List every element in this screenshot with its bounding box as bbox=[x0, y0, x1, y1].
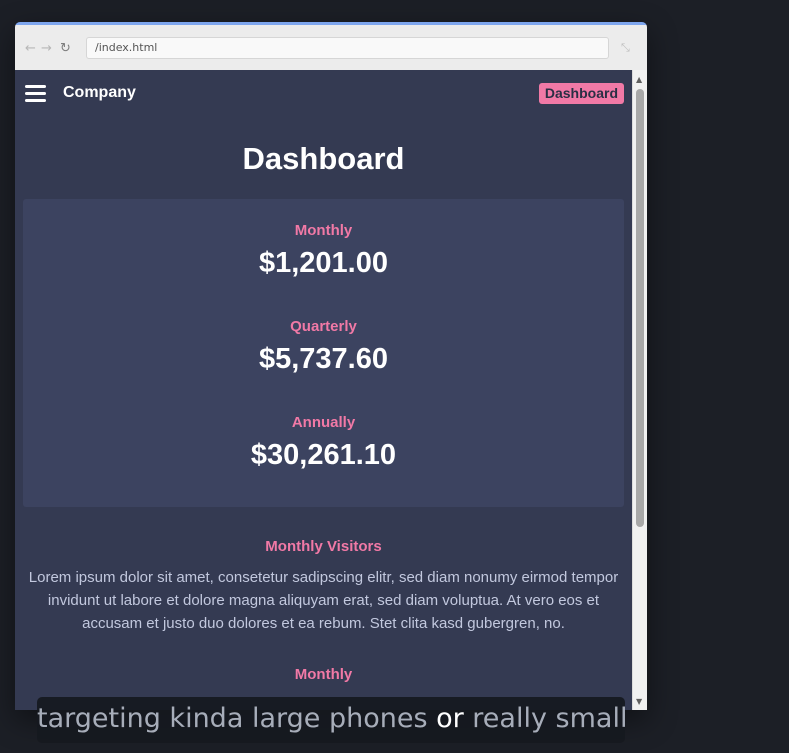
caption-highlight: or bbox=[436, 703, 464, 734]
navbar: Company Dashboard bbox=[15, 70, 632, 115]
browser-window: ← → ↻ ⤡ Company Dashboard Dashboard Mont… bbox=[15, 22, 647, 710]
stat-label: Quarterly bbox=[290, 318, 357, 335]
back-arrow-icon[interactable]: ← bbox=[25, 41, 36, 57]
scroll-thumb[interactable] bbox=[636, 89, 644, 527]
stat-monthly: Monthly $1,201.00 bbox=[23, 221, 624, 317]
brand-name[interactable]: Company bbox=[63, 84, 136, 102]
page-title: Dashboard bbox=[242, 141, 405, 176]
stat-value: $1,201.00 bbox=[258, 247, 388, 279]
url-bar[interactable] bbox=[86, 37, 609, 59]
scroll-down-icon[interactable]: ▼ bbox=[636, 697, 642, 706]
expand-icon[interactable]: ⤡ bbox=[621, 41, 630, 55]
hamburger-icon[interactable] bbox=[25, 85, 46, 106]
video-caption: targeting kinda large phones or really s… bbox=[37, 697, 628, 743]
browser-viewport: Company Dashboard Dashboard Monthly $1,2… bbox=[15, 70, 647, 710]
monthly-visitors-section: Monthly Visitors Lorem ipsum dolor sit a… bbox=[15, 537, 632, 635]
stat-value: $5,737.60 bbox=[258, 343, 388, 375]
section-title: Monthly Visitors bbox=[265, 538, 382, 555]
monthly-section: Monthly bbox=[15, 665, 632, 685]
section-text: Lorem ipsum dolor sit amet, consetetur s… bbox=[28, 569, 619, 632]
forward-arrow-icon[interactable]: → bbox=[41, 41, 52, 57]
stat-label: Monthly bbox=[294, 222, 353, 239]
caption-text: targeting kinda large phones bbox=[37, 703, 437, 734]
stats-card: Monthly $1,201.00 Quarterly $5,737.60 An… bbox=[23, 199, 624, 507]
stat-value: $30,261.10 bbox=[250, 439, 397, 471]
scroll-up-icon[interactable]: ▲ bbox=[636, 75, 642, 84]
url-input[interactable] bbox=[95, 41, 608, 54]
section-title: Monthly bbox=[294, 666, 353, 683]
dashboard-nav-badge[interactable]: Dashboard bbox=[538, 83, 624, 104]
stat-label: Annually bbox=[291, 414, 356, 431]
browser-toolbar: ← → ↻ ⤡ bbox=[15, 25, 647, 71]
reload-icon[interactable]: ↻ bbox=[60, 41, 71, 57]
vertical-scrollbar[interactable]: ▲ ▼ bbox=[632, 70, 647, 710]
caption-text: really small bbox=[463, 703, 628, 734]
stat-annually: Annually $30,261.10 bbox=[23, 413, 624, 509]
stat-quarterly: Quarterly $5,737.60 bbox=[23, 317, 624, 413]
page-content: Company Dashboard Dashboard Monthly $1,2… bbox=[15, 70, 632, 710]
